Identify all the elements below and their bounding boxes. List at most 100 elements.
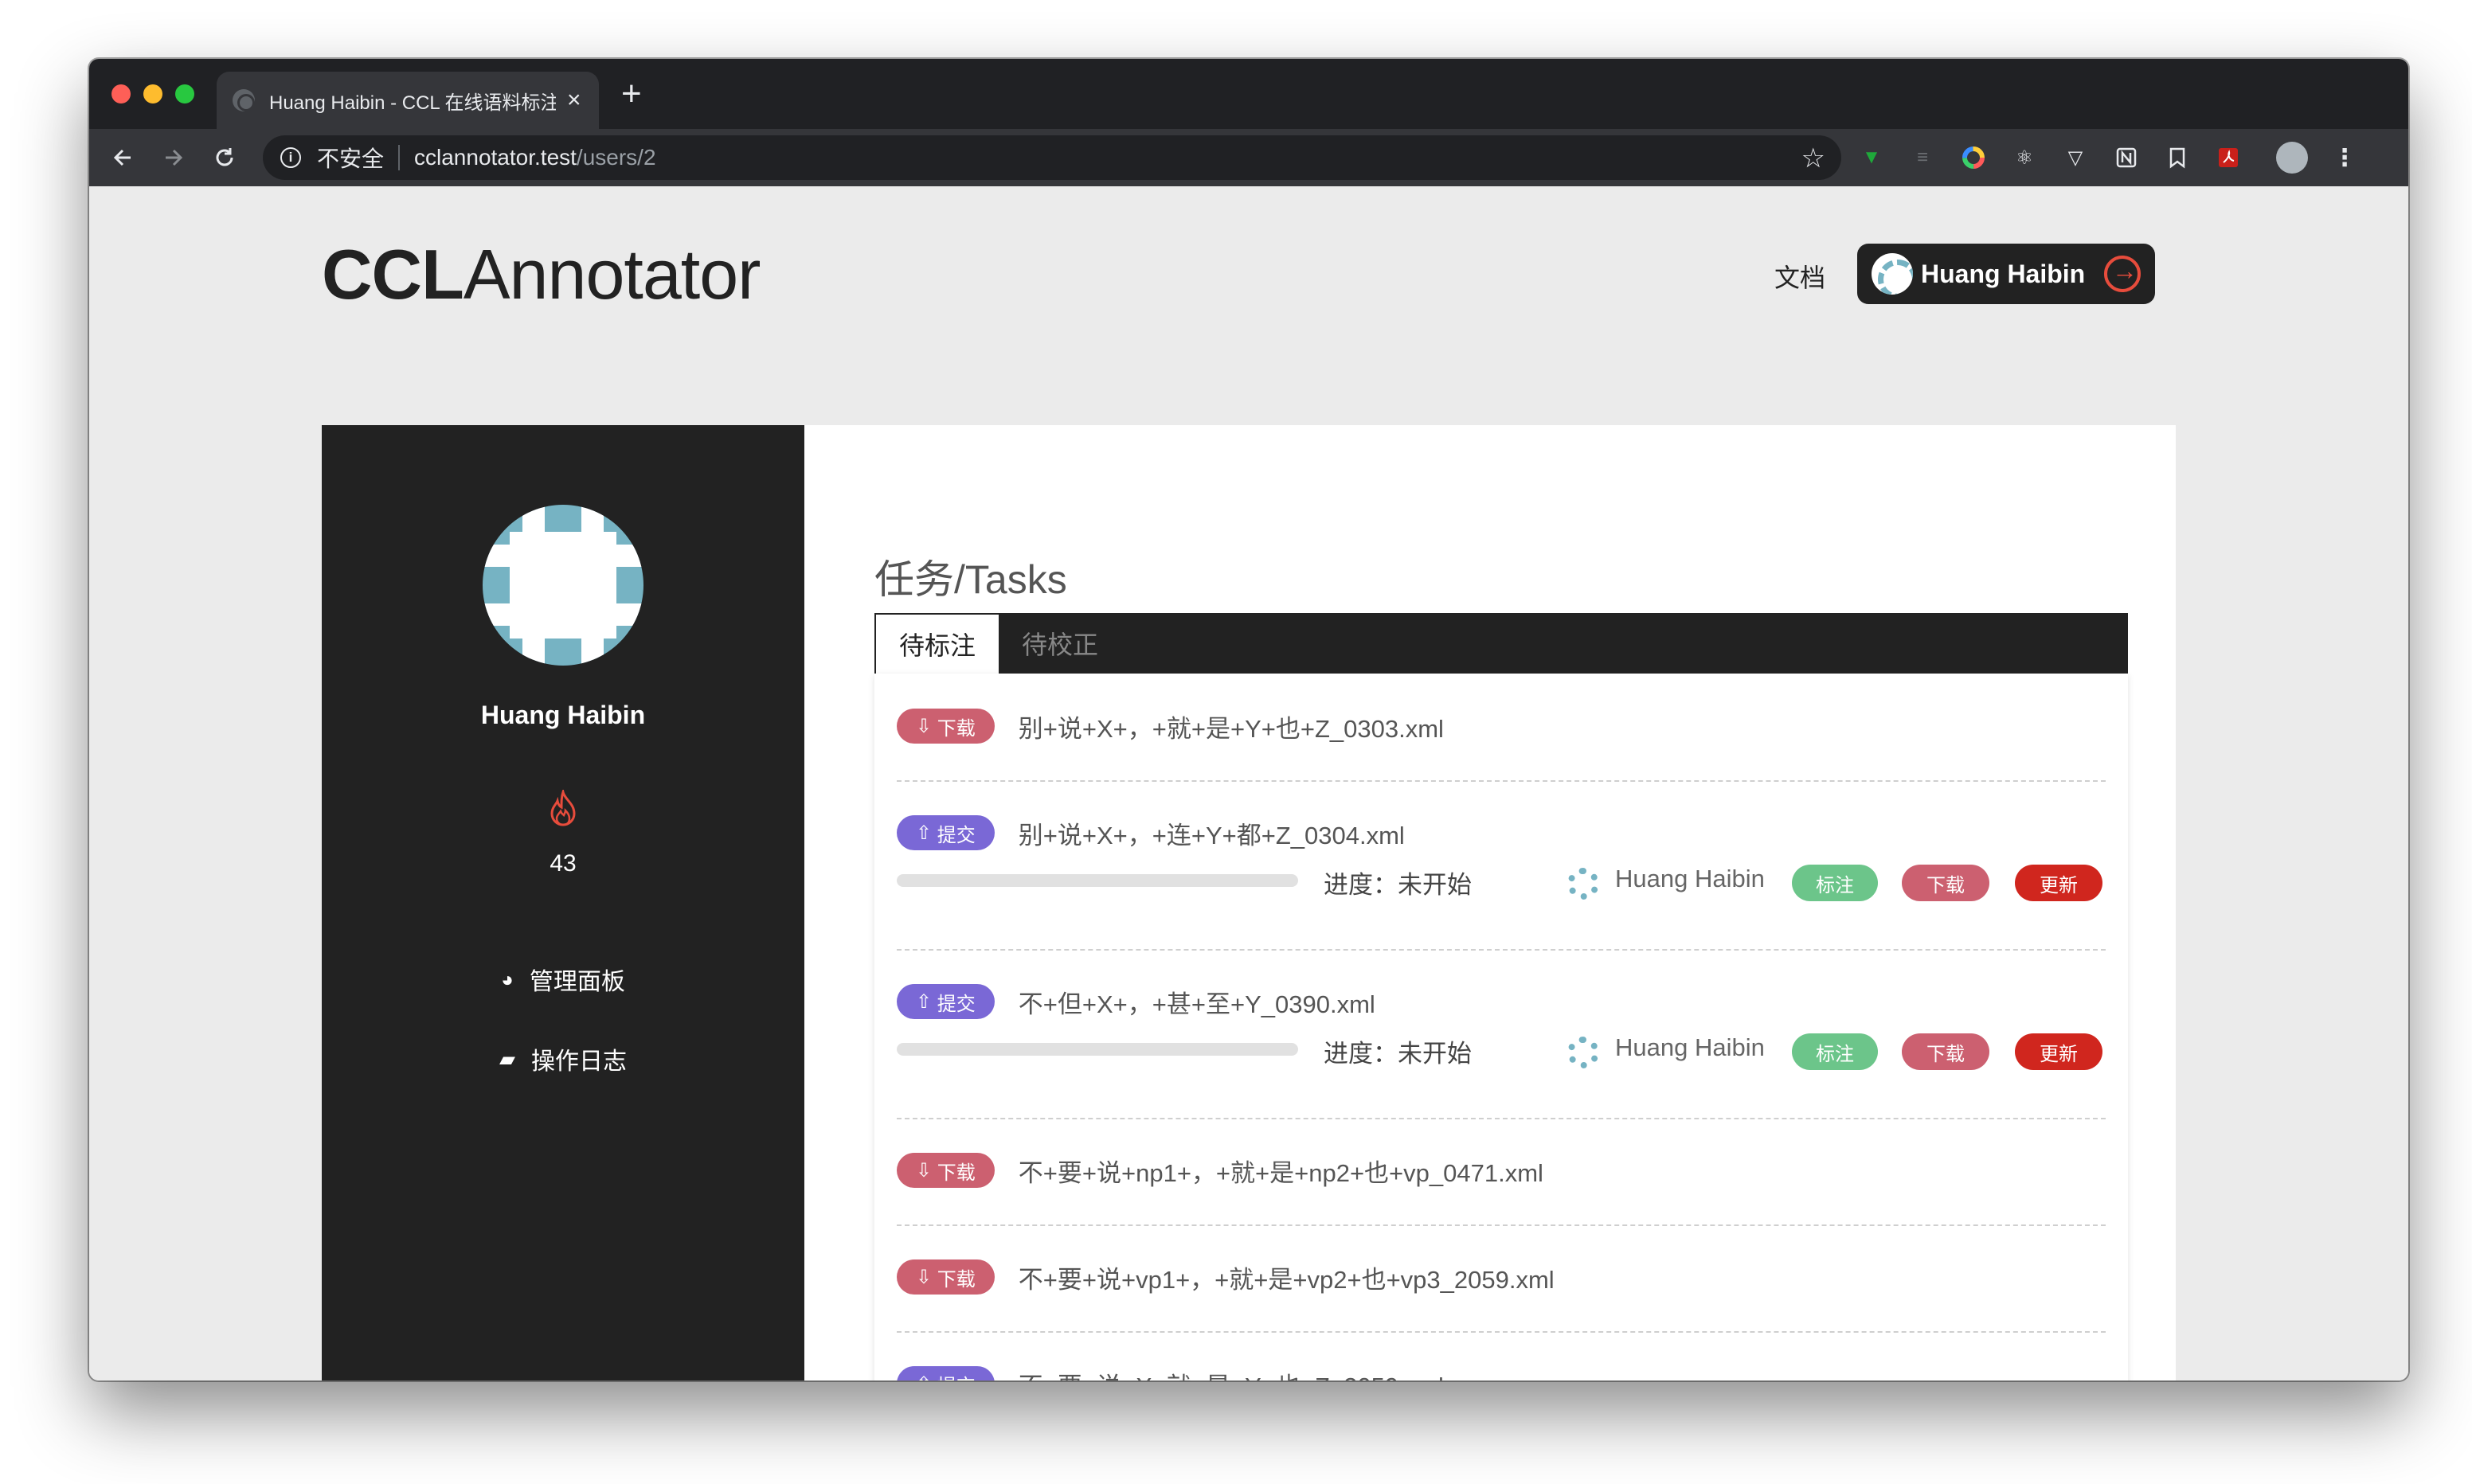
assignee-name: Huang Haibin — [1615, 1033, 1765, 1061]
badge-label: 提交 — [937, 824, 976, 846]
site-logo[interactable]: CCLAnnotator — [322, 234, 761, 315]
list-item: ⇧ 提交 不+但+X+，+甚+至+Y_0390.xml 进度：未开始 Huang… — [897, 982, 2106, 1084]
assignee-name: Huang Haibin — [1615, 865, 1765, 892]
extension-vue-icon[interactable]: ▽ — [2061, 143, 2090, 172]
divider — [897, 1331, 2106, 1333]
browser-tab[interactable]: Huang Haibin - CCL 在线语料标注 × — [217, 72, 599, 129]
divider — [897, 780, 2106, 782]
tab-pending-annotation[interactable]: 待标注 — [874, 613, 1000, 674]
download-button[interactable]: 下载 — [1902, 1033, 1989, 1070]
task-file-name: 不+要+说+vp1+，+就+是+vp2+也+vp3_2059.xml — [1018, 1265, 1555, 1294]
address-bar[interactable]: i 不安全 cclannotator.test /users/2 ☆ — [263, 135, 1841, 180]
divider — [897, 949, 2106, 951]
submit-button[interactable]: ⇧ 提交 — [897, 815, 995, 850]
browser-toolbar: i 不安全 cclannotator.test /users/2 ☆ ▼ ≡ ⚛… — [89, 129, 2408, 186]
list-item: ⇧ 提交 别+说+X+，+连+Y+都+Z_0304.xml 进度：未开始 Hua… — [897, 814, 2106, 916]
download-button[interactable]: 下载 — [1902, 865, 1989, 901]
extension-shield-icon[interactable]: ▼ — [1857, 143, 1886, 172]
address-separator — [398, 145, 401, 170]
divider — [897, 1224, 2106, 1226]
maximize-window-button[interactable] — [175, 84, 194, 103]
list-item: ⇩ 下载 不+要+说+vp1+，+就+是+vp2+也+vp3_2059.xml — [897, 1258, 2106, 1296]
section-title: 任务/Tasks — [874, 557, 1067, 602]
reload-button[interactable] — [205, 139, 244, 177]
task-tabs: 待标注 待校正 — [874, 613, 2128, 674]
back-button[interactable] — [104, 139, 142, 177]
extension-pdf-icon[interactable] — [2214, 143, 2243, 172]
divider — [897, 1118, 2106, 1119]
logo-rest: Annotator — [463, 235, 761, 314]
submit-button[interactable]: ⇧ 提交 — [897, 1366, 995, 1381]
task-file-name: 不+但+X+，+甚+至+Y_0390.xml — [1018, 990, 1375, 1018]
docs-link[interactable]: 文档 — [1774, 258, 1825, 295]
tab-title: Huang Haibin - CCL 在线语料标注 — [269, 92, 556, 114]
info-icon[interactable]: i — [280, 147, 301, 168]
flame-icon — [550, 790, 576, 826]
browser-menu-icon[interactable]: ⋮ — [2330, 143, 2359, 172]
progress-status: 进度：未开始 — [1324, 871, 1472, 899]
main-content: 任务/Tasks 待标注 待校正 ⇩ 下载 别+说+X+，+就+是+Y+也+Z_… — [804, 425, 2176, 1381]
extension-list-icon[interactable]: ≡ — [1908, 143, 1937, 172]
badge-label: 下载 — [937, 717, 976, 740]
reload-icon — [216, 148, 233, 166]
list-item: ⇩ 下载 别+说+X+，+就+是+Y+也+Z_0303.xml — [897, 707, 2106, 745]
globe-icon — [233, 89, 255, 111]
sidebar-item-dashboard[interactable]: ◕ 管理面板 — [322, 962, 804, 997]
extension-react-icon[interactable]: ⚛ — [2010, 143, 2039, 172]
download-button[interactable]: ⇩ 下载 — [897, 1153, 995, 1188]
progress-bar — [897, 874, 1298, 887]
extension-bookmark-icon[interactable] — [2163, 143, 2192, 172]
update-button[interactable]: 更新 — [2015, 1033, 2102, 1070]
update-button[interactable]: 更新 — [2015, 865, 2102, 901]
list-item: ⇩ 下载 不+要+说+np1+，+就+是+np2+也+vp_0471.xml — [897, 1151, 2106, 1189]
web-page: CCLAnnotator 文档 Huang Haibin Huang Haibi… — [89, 186, 2408, 1381]
security-status: 不安全 — [317, 146, 385, 171]
download-button[interactable]: ⇩ 下载 — [897, 709, 995, 744]
browser-window: Huang Haibin - CCL 在线语料标注 × + i 不安全 ccla… — [89, 59, 2408, 1381]
assignee-avatar — [1567, 868, 1599, 900]
badge-label: 下载 — [937, 1268, 976, 1291]
profile-avatar — [483, 505, 643, 666]
extension-notion-icon[interactable] — [2112, 143, 2141, 172]
sidebar-item-label: 操作日志 — [531, 1049, 627, 1075]
close-window-button[interactable] — [111, 84, 131, 103]
close-tab-icon[interactable]: × — [567, 88, 581, 112]
score-value: 43 — [550, 850, 577, 877]
dashboard-icon: ◕ — [501, 967, 514, 991]
download-button[interactable]: ⇩ 下载 — [897, 1259, 995, 1295]
book-icon: ▰ — [499, 1046, 515, 1071]
bookmark-star-icon[interactable]: ☆ — [1801, 143, 1825, 174]
profile-sidebar: Huang Haibin 43 ◕ 管理面板 ▰ 操作日志 — [322, 425, 804, 1381]
annotate-button[interactable]: 标注 — [1792, 865, 1878, 901]
task-list: ⇩ 下载 别+说+X+，+就+是+Y+也+Z_0303.xml ⇧ 提交 别+说… — [874, 674, 2128, 1381]
new-tab-button[interactable]: + — [621, 76, 642, 111]
logout-icon[interactable] — [2104, 256, 2141, 292]
user-menu-button[interactable]: Huang Haibin — [1857, 244, 2155, 304]
task-file-name: 不+要+说+X+就+是+Y+也+Z_2059.xml — [1019, 1366, 1444, 1381]
tab-strip: Huang Haibin - CCL 在线语料标注 × + — [89, 59, 2408, 129]
progress-bar — [897, 1043, 1298, 1056]
user-name: Huang Haibin — [1921, 259, 2086, 288]
forward-button[interactable] — [154, 139, 193, 177]
logo-bold: CCL — [322, 235, 464, 314]
progress-status: 进度：未开始 — [1324, 1040, 1472, 1068]
task-file-name: 不+要+说+np1+，+就+是+np2+也+vp_0471.xml — [1018, 1158, 1543, 1187]
submit-button[interactable]: ⇧ 提交 — [897, 984, 995, 1019]
profile-avatar-icon[interactable] — [2276, 142, 2308, 174]
sidebar-item-label: 管理面板 — [529, 969, 625, 995]
badge-label: 提交 — [937, 993, 976, 1015]
badge-label: 下载 — [937, 1162, 976, 1184]
task-file-name: 别+说+X+，+就+是+Y+也+Z_0303.xml — [1018, 714, 1444, 743]
forward-arrow-icon — [166, 149, 183, 166]
extension-color-icon[interactable] — [1959, 143, 1988, 172]
sidebar-item-operation-log[interactable]: ▰ 操作日志 — [322, 1041, 804, 1076]
back-arrow-icon — [113, 149, 131, 166]
profile-name: Huang Haibin — [480, 701, 646, 729]
user-avatar — [1872, 253, 1913, 295]
task-file-name: 别+说+X+，+连+Y+都+Z_0304.xml — [1018, 821, 1405, 849]
assignee-avatar — [1567, 1037, 1599, 1068]
tab-pending-correction[interactable]: 待校正 — [1000, 613, 1120, 674]
minimize-window-button[interactable] — [143, 84, 162, 103]
annotate-button[interactable]: 标注 — [1792, 1033, 1878, 1070]
url-path: /users/2 — [576, 145, 656, 170]
